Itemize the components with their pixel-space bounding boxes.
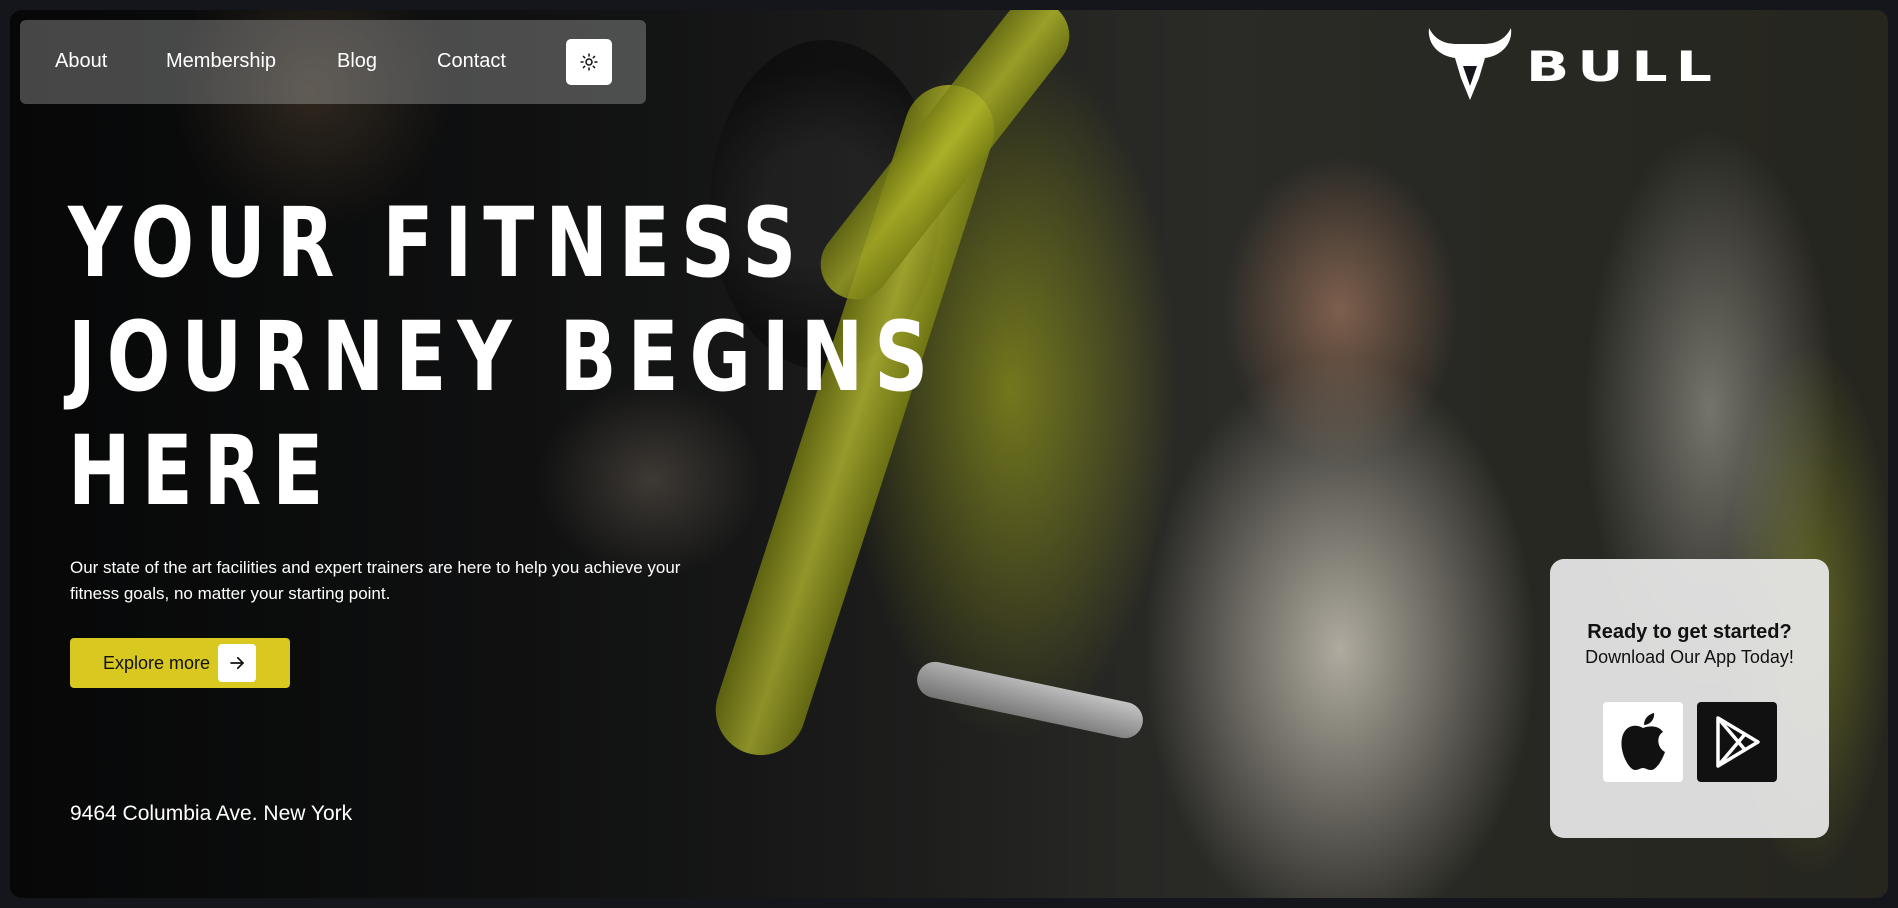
top-navigation: About Membership Blog Contact xyxy=(20,20,646,104)
headline-line-1: YOUR FITNESS xyxy=(68,187,808,299)
google-play-icon xyxy=(1716,716,1760,768)
explore-more-label: Explore more xyxy=(103,653,211,673)
app-card-title: Ready to get started? xyxy=(1587,621,1792,643)
nav-link-membership[interactable]: Membership xyxy=(166,50,276,73)
headline-line-3: HERE xyxy=(68,415,335,527)
app-store-button[interactable] xyxy=(1603,702,1683,782)
google-play-button[interactable] xyxy=(1697,702,1777,782)
apple-icon xyxy=(1621,713,1665,770)
brand-logo[interactable]: BULL xyxy=(1425,26,1715,102)
hero-headline: YOUR FITNESS JOURNEY BEGINS HERE xyxy=(68,186,940,528)
app-download-card: Ready to get started? Download Our App T… xyxy=(1550,559,1829,838)
arrow-right-icon xyxy=(218,644,256,682)
nav-link-contact[interactable]: Contact xyxy=(437,50,506,73)
gym-address: 9464 Columbia Ave. New York xyxy=(70,802,353,825)
hero-description: Our state of the art facilities and expe… xyxy=(70,558,681,603)
sun-icon xyxy=(580,53,598,71)
brand-name: BULL xyxy=(1526,42,1720,91)
headline-line-2: JOURNEY BEGINS xyxy=(68,301,940,413)
nav-link-about[interactable]: About xyxy=(55,50,107,73)
bull-head-icon xyxy=(1428,28,1512,100)
app-card-subtitle: Download Our App Today! xyxy=(1585,647,1794,667)
explore-more-button[interactable]: Explore more xyxy=(70,638,290,688)
nav-link-blog[interactable]: Blog xyxy=(337,50,377,73)
theme-toggle-button[interactable] xyxy=(566,39,612,85)
